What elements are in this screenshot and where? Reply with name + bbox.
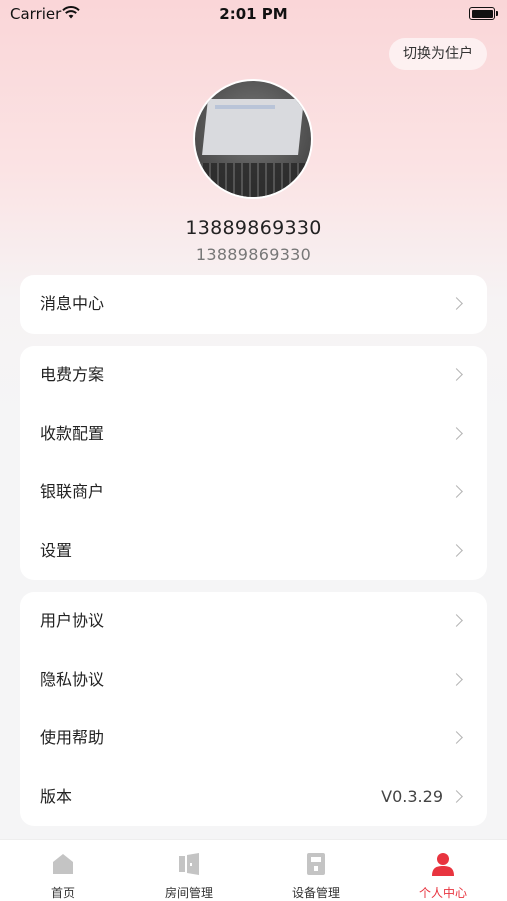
tab-label: 首页 xyxy=(50,886,75,900)
menu-item-electricity-plan[interactable]: 电费方案 xyxy=(20,346,487,405)
menu-item-label: 电费方案 xyxy=(40,365,105,384)
chevron-right-icon xyxy=(450,731,463,744)
chevron-right-icon xyxy=(450,614,463,627)
chevron-right-icon xyxy=(450,789,463,803)
menu-item-label: 消息中心 xyxy=(40,294,105,313)
menu-item-unionpay-merchant[interactable]: 银联商户 xyxy=(20,463,487,522)
meter-icon xyxy=(307,853,325,875)
menu-card-about: 用户协议 隐私协议 使用帮助 版本 V0.3.29 xyxy=(20,592,487,826)
menu-item-message-center[interactable]: 消息中心 xyxy=(20,275,487,334)
tab-home[interactable]: 首页 xyxy=(0,840,126,901)
switch-role-button[interactable]: 切换为住户 xyxy=(389,38,487,70)
chevron-right-icon xyxy=(450,543,463,557)
menu-item-privacy-policy[interactable]: 隐私协议 xyxy=(20,651,487,710)
menu-card-business: 电费方案 收款配置 银联商户 设置 xyxy=(20,346,487,580)
menu-item-settings[interactable]: 设置 xyxy=(20,522,487,581)
menu-item-help[interactable]: 使用帮助 xyxy=(20,709,487,768)
menu-item-user-agreement[interactable]: 用户协议 xyxy=(20,592,487,651)
menu-item-label: 用户协议 xyxy=(40,611,105,630)
person-icon xyxy=(432,853,454,876)
status-bar: Carrier 2:01 PM xyxy=(0,0,507,30)
tab-label: 房间管理 xyxy=(164,886,213,900)
chevron-right-icon xyxy=(450,485,463,498)
home-icon xyxy=(53,854,73,874)
tab-profile[interactable]: 个人中心 xyxy=(380,840,506,901)
avatar[interactable] xyxy=(193,79,313,199)
menu-item-label: 设置 xyxy=(40,540,73,560)
chevron-right-icon xyxy=(450,368,463,381)
door-icon xyxy=(179,853,199,875)
clock: 2:01 PM xyxy=(219,5,288,23)
profile-name: 13889869330 xyxy=(185,217,322,239)
menu-item-label: 银联商户 xyxy=(40,482,105,501)
menu-item-payment-config[interactable]: 收款配置 xyxy=(20,405,487,464)
chevron-right-icon xyxy=(450,426,463,440)
tab-label: 设备管理 xyxy=(291,886,340,900)
battery-icon xyxy=(469,7,498,20)
tab-label: 个人中心 xyxy=(418,886,467,900)
tab-device-management[interactable]: 设备管理 xyxy=(253,840,379,901)
chevron-right-icon xyxy=(450,297,463,310)
tab-room-management[interactable]: 房间管理 xyxy=(126,840,252,901)
menu-item-label: 版本 xyxy=(40,786,73,806)
menu-item-label: 隐私协议 xyxy=(40,669,105,689)
version-value: V0.3.29 xyxy=(381,786,443,806)
menu-item-version[interactable]: 版本 V0.3.29 xyxy=(20,768,487,827)
menu-item-label: 收款配置 xyxy=(40,423,105,443)
tab-bar: 首页 房间管理 设备管理 个人中心 xyxy=(0,839,507,901)
profile-phone: 13889869330 xyxy=(195,245,312,264)
chevron-right-icon xyxy=(450,672,463,686)
menu-card-messages: 消息中心 xyxy=(20,275,487,334)
menu-item-label: 使用帮助 xyxy=(40,728,105,747)
